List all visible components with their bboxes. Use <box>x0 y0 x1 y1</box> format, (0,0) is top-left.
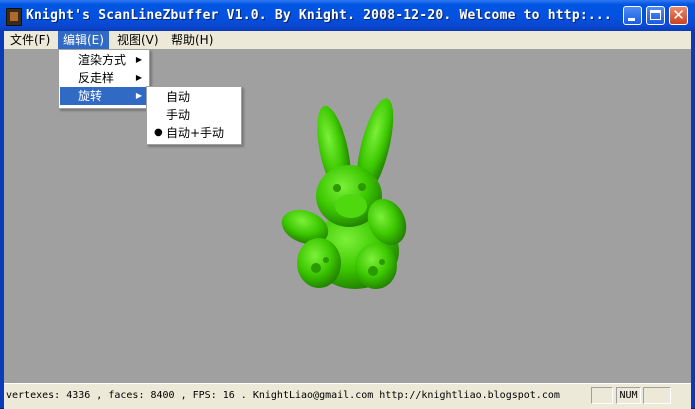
status-info: vertexes: 4336 , faces: 8400 , FPS: 16 .… <box>6 390 560 401</box>
window-frame-right <box>691 31 695 408</box>
menu-item-manual[interactable]: 手动 <box>148 106 240 124</box>
minimize-button[interactable] <box>623 6 642 25</box>
menu-item-label: 自动 <box>166 90 191 104</box>
menu-item-auto-manual[interactable]: ● 自动+手动 <box>148 124 240 142</box>
menu-item-label: 手动 <box>166 108 191 122</box>
status-pane-1 <box>591 387 613 404</box>
status-pane-num: NUM <box>616 387 641 404</box>
submenu-arrow-icon: ▶ <box>135 55 142 64</box>
menu-item-label: 反走样 <box>78 71 115 85</box>
menu-bar: 文件(F) 编辑(E) 视图(V) 帮助(H) <box>4 31 691 49</box>
submenu-arrow-icon: ▶ <box>135 73 142 82</box>
menu-item-auto[interactable]: 自动 <box>148 88 240 106</box>
menu-help[interactable]: 帮助(H) <box>166 31 218 49</box>
menu-view[interactable]: 视图(V) <box>112 31 164 49</box>
close-button[interactable]: ✕ <box>669 6 688 25</box>
radio-bullet-icon: ● <box>154 127 163 138</box>
maximize-icon <box>650 10 661 20</box>
maximize-button[interactable] <box>646 6 665 25</box>
menu-item-label: 自动+手动 <box>166 126 225 140</box>
minimize-icon <box>628 18 635 21</box>
edit-menu-dropdown: 渲染方式 ▶ 反走样 ▶ 旋转 ▶ <box>58 49 150 109</box>
submenu-arrow-icon: ▶ <box>135 91 142 100</box>
menu-file[interactable]: 文件(F) <box>5 31 55 49</box>
menu-item-label: 渲染方式 <box>78 53 127 67</box>
menu-edit[interactable]: 编辑(E) <box>58 31 109 49</box>
rotate-submenu: 自动 手动 ● 自动+手动 <box>146 86 242 145</box>
menu-item-render-mode[interactable]: 渲染方式 ▶ <box>60 51 148 69</box>
status-pane-3 <box>643 387 671 404</box>
close-icon: ✕ <box>672 6 685 24</box>
title-bar[interactable]: Knight's ScanLineZbuffer V1.0. By Knight… <box>0 0 695 31</box>
app-icon[interactable] <box>6 8 22 26</box>
menu-item-antialias[interactable]: 反走样 ▶ <box>60 69 148 87</box>
menu-item-rotate[interactable]: 旋转 ▶ <box>60 87 148 105</box>
window-title: Knight's ScanLineZbuffer V1.0. By Knight… <box>26 8 612 23</box>
menu-item-label: 旋转 <box>78 89 103 103</box>
status-bar: vertexes: 4336 , faces: 8400 , FPS: 16 .… <box>4 383 691 409</box>
